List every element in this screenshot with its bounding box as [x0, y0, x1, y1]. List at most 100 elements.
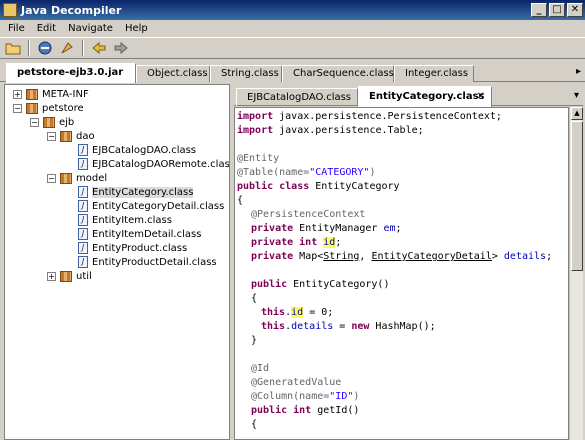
- tree-label: model: [76, 172, 108, 184]
- menu-help[interactable]: Help: [119, 23, 154, 34]
- close-button[interactable]: ✕: [567, 3, 583, 17]
- code-line: @Table(name="CATEGORY"): [237, 167, 376, 178]
- tree-node-ejb[interactable]: − ejb: [30, 115, 74, 129]
- search-icon[interactable]: [58, 39, 76, 57]
- tree-node-petstore[interactable]: − petstore: [13, 101, 84, 115]
- back-icon[interactable]: [90, 39, 108, 57]
- tree-label: dao: [76, 130, 95, 142]
- app-icon: [3, 3, 17, 17]
- save-icon[interactable]: [36, 39, 54, 57]
- forward-icon[interactable]: [112, 39, 130, 57]
- expand-icon[interactable]: +: [47, 271, 56, 281]
- toolbar-separator: [82, 40, 84, 56]
- code-line: this.details = new HashMap();: [261, 321, 436, 332]
- tree-label: EJBCatalogDAO.class: [92, 144, 197, 156]
- tree-label: ejb: [59, 116, 75, 128]
- menu-edit[interactable]: Edit: [31, 23, 62, 34]
- tree-label: EntityItem.class: [92, 214, 172, 226]
- close-tab-icon[interactable]: ✕: [477, 87, 485, 106]
- code-line: import javax.persistence.Table;: [237, 125, 424, 136]
- class-file-icon: J: [78, 144, 88, 156]
- tab-ejbcatalogdao[interactable]: EJBCatalogDAO.class: [236, 88, 358, 106]
- class-file-icon: J: [78, 228, 88, 240]
- tree-node-class[interactable]: J EntityProduct.class: [78, 241, 187, 255]
- tree-node-class[interactable]: J EntityItem.class: [78, 213, 172, 227]
- code-line: {: [251, 293, 258, 304]
- tree-label: EntityCategoryDetail.class: [92, 200, 225, 212]
- tree-label: EntityCategory.class: [92, 186, 194, 198]
- code-line: @Entity: [237, 153, 280, 164]
- window-title: Java Decompiler: [21, 3, 122, 17]
- class-file-icon: J: [78, 214, 88, 226]
- code-line: @Id: [251, 363, 270, 374]
- tab-label: EntityCategory.class: [369, 91, 485, 102]
- vertical-scrollbar[interactable]: ▲: [569, 107, 583, 440]
- tab-petstore-jar[interactable]: petstore-ejb3.0.jar: [6, 63, 136, 83]
- code-line: public int getId(): [251, 405, 360, 416]
- code-line: public class EntityCategory: [237, 181, 400, 192]
- file-tab-bar: petstore-ejb3.0.jar Object.class String.…: [0, 62, 585, 83]
- collapse-icon[interactable]: −: [13, 103, 22, 113]
- menu-file[interactable]: File: [2, 23, 31, 34]
- menu-bar: File Edit Navigate Help: [0, 20, 585, 37]
- tree-node-class[interactable]: J EntityProductDetail.class: [78, 255, 217, 269]
- tree-node-class-selected[interactable]: J EntityCategory.class: [78, 185, 194, 199]
- code-line: }: [251, 335, 258, 346]
- toolbar-separator: [28, 40, 30, 56]
- tree-label: petstore: [42, 102, 84, 114]
- class-file-icon: J: [78, 256, 88, 268]
- tree-label: EntityProductDetail.class: [92, 256, 217, 268]
- tree-label: EntityItemDetail.class: [92, 228, 202, 240]
- package-icon: [26, 88, 38, 100]
- tree-label: EntityProduct.class: [92, 242, 188, 254]
- toolbar: [0, 37, 585, 59]
- tree-node-class[interactable]: J EJBCatalogDAO.class: [78, 143, 196, 157]
- tab-object-class[interactable]: Object.class: [136, 65, 210, 82]
- tab-list-arrow-icon[interactable]: ▾: [574, 90, 579, 101]
- package-icon: [60, 130, 72, 142]
- tree-node-class[interactable]: J EntityItemDetail.class: [78, 227, 201, 241]
- code-line: {: [237, 195, 244, 206]
- menu-navigate[interactable]: Navigate: [62, 23, 119, 34]
- maximize-button[interactable]: □: [549, 3, 565, 17]
- tree-node-util[interactable]: + util: [47, 269, 92, 283]
- class-file-icon: J: [78, 200, 88, 212]
- code-line: @Column(name="ID"): [251, 391, 360, 402]
- class-file-icon: J: [78, 158, 88, 170]
- scrollbar-thumb[interactable]: [571, 121, 583, 271]
- tree-node-class[interactable]: J EJBCatalogDAORemote.class: [78, 157, 229, 171]
- tree-node-dao[interactable]: − dao: [47, 129, 95, 143]
- title-bar: Java Decompiler _ □ ✕: [0, 0, 585, 20]
- package-icon: [26, 102, 38, 114]
- collapse-icon[interactable]: −: [47, 173, 56, 183]
- minimize-button[interactable]: _: [531, 3, 547, 17]
- code-line: import javax.persistence.PersistenceCont…: [237, 111, 502, 122]
- package-icon: [60, 172, 72, 184]
- open-file-icon[interactable]: [4, 39, 22, 57]
- package-icon: [60, 270, 72, 282]
- tree-node-model[interactable]: − model: [47, 171, 107, 185]
- tab-list-arrow-icon[interactable]: ▸: [576, 66, 581, 77]
- class-file-icon: J: [78, 242, 88, 254]
- source-code-view[interactable]: import javax.persistence.PersistenceCont…: [234, 107, 569, 440]
- code-line: this.id = 0;: [261, 307, 334, 318]
- tab-integer-class[interactable]: Integer.class: [394, 65, 474, 82]
- code-line: {: [251, 419, 258, 430]
- tab-string-class[interactable]: String.class: [210, 65, 282, 82]
- tree-node-class[interactable]: J EntityCategoryDetail.class: [78, 199, 224, 213]
- tab-entitycategory[interactable]: EntityCategory.class ✕: [358, 86, 492, 107]
- code-line: private EntityManager em;: [251, 223, 402, 234]
- tree-node-meta-inf[interactable]: + META-INF: [13, 87, 89, 101]
- expand-icon[interactable]: +: [13, 89, 22, 99]
- tree-label: util: [76, 270, 92, 282]
- scroll-up-icon[interactable]: ▲: [571, 107, 583, 120]
- code-line: @GeneratedValue: [251, 377, 342, 388]
- code-line: @PersistenceContext: [251, 209, 366, 220]
- tree-label: META-INF: [42, 88, 89, 100]
- collapse-icon[interactable]: −: [30, 117, 39, 127]
- tab-charsequence-class[interactable]: CharSequence.class: [282, 65, 394, 82]
- class-file-icon: J: [78, 186, 88, 198]
- collapse-icon[interactable]: −: [47, 131, 56, 141]
- code-line: public EntityCategory(): [251, 279, 390, 290]
- code-line: private Map<String, EntityCategoryDetail…: [251, 251, 553, 262]
